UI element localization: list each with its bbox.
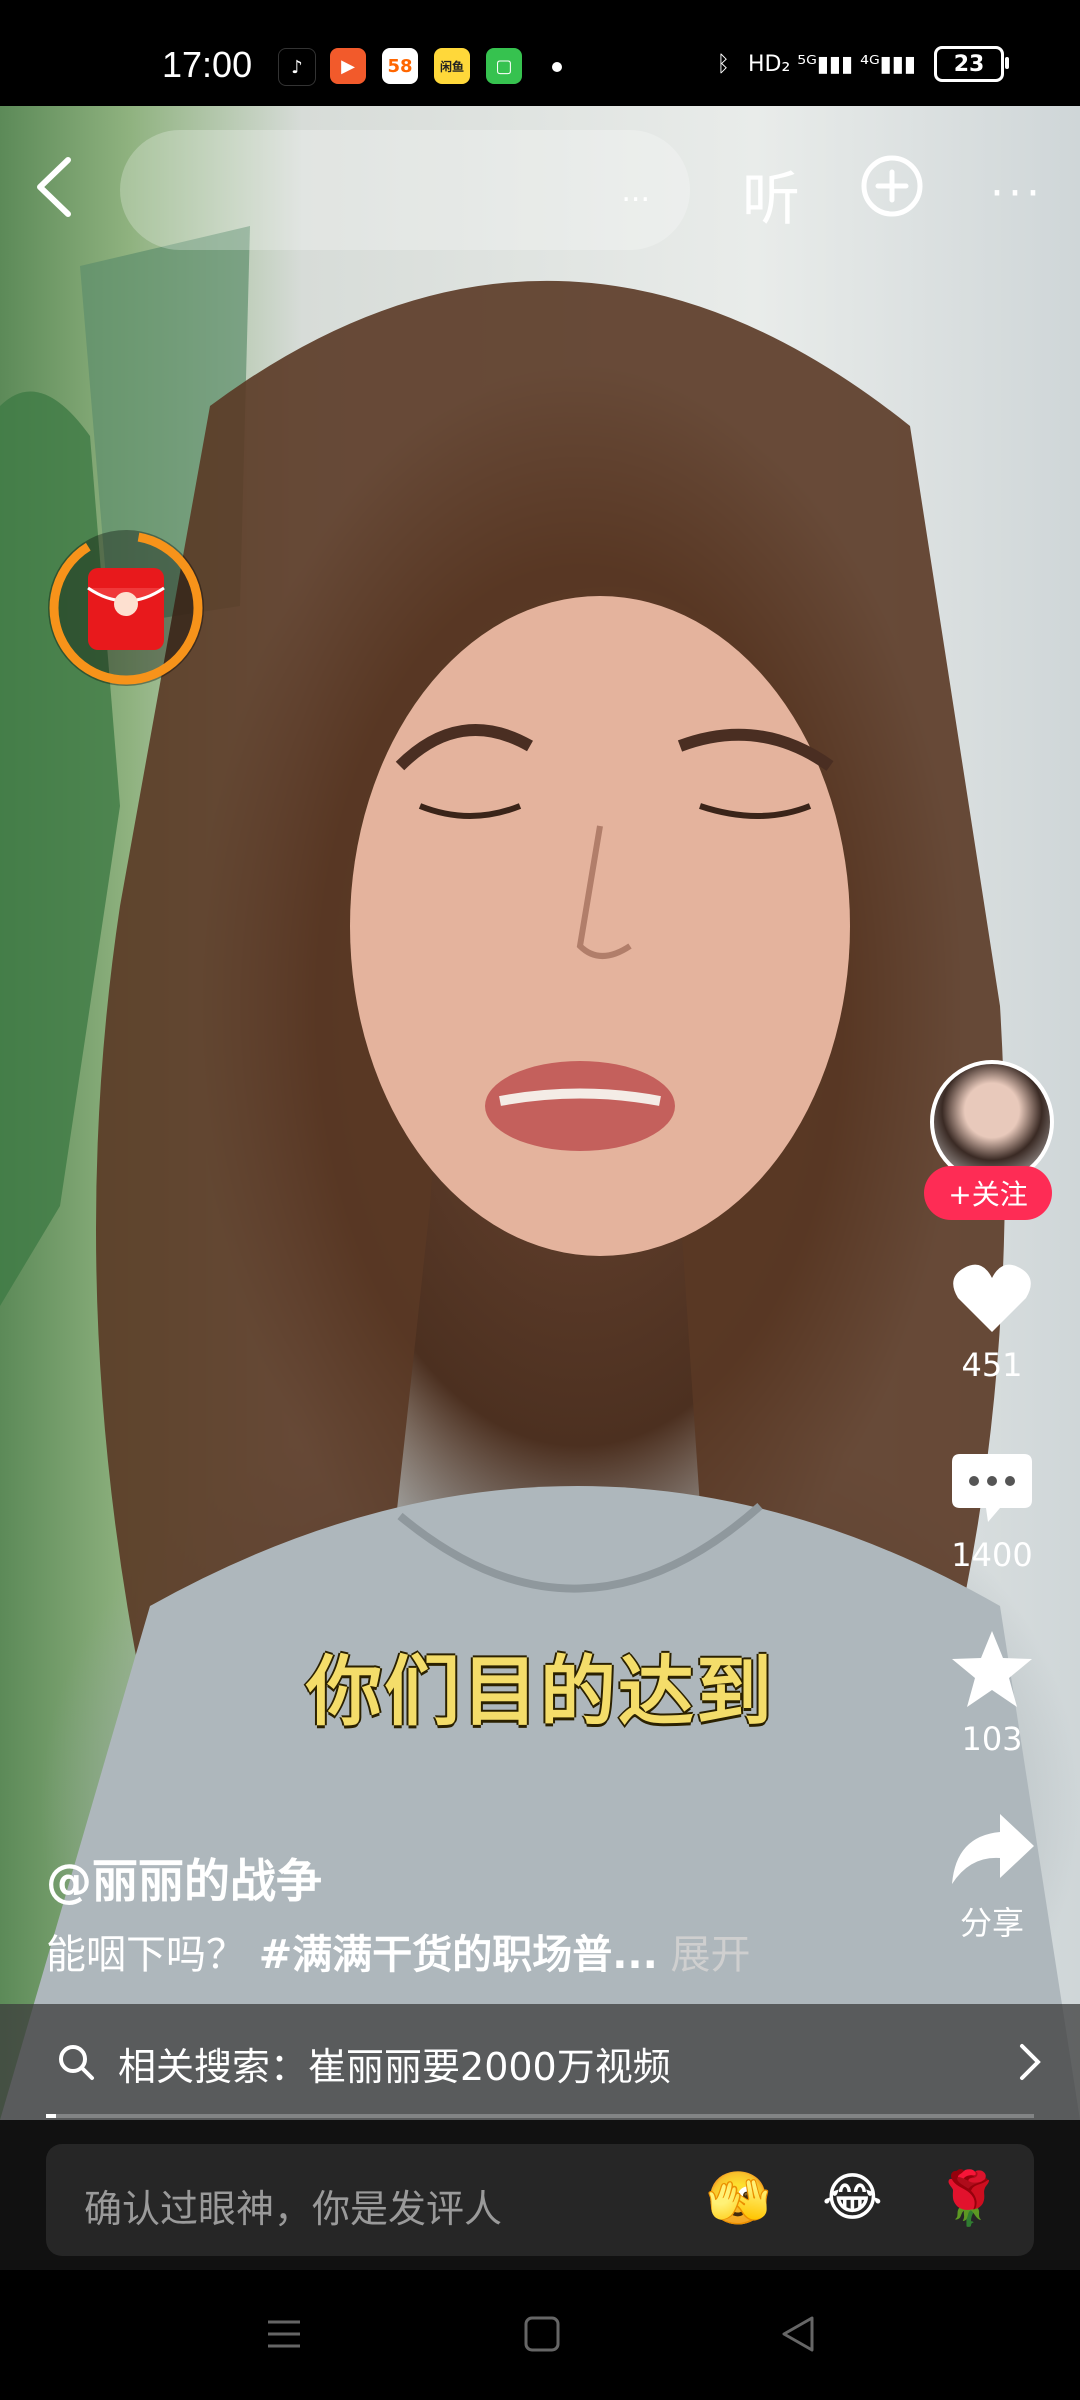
battery-icon: 23 (934, 46, 1009, 82)
tiktok-app-icon: ♪ (278, 48, 316, 86)
back-icon[interactable] (30, 152, 80, 222)
listen-button[interactable]: 听 (742, 152, 800, 236)
xianyu-app-icon: 闲鱼 (434, 48, 470, 84)
like-count: 451 (961, 1346, 1023, 1384)
related-search-label: 相关搜索： (118, 2045, 309, 2089)
more-icon[interactable]: ··· (990, 168, 1044, 219)
red-packet-icon (49, 531, 203, 685)
share-icon (952, 1814, 1034, 1884)
system-nav-bar (0, 2270, 1080, 2400)
bluetooth-icon: ᛒ (716, 51, 730, 77)
follow-button[interactable]: +关注 (924, 1166, 1052, 1220)
network-indicator: HD₂ ⁵ᴳ▮▮▮ ⁴ᴳ▮▮▮ (747, 51, 916, 77)
comment-icon (952, 1454, 1032, 1522)
video-progress-bar[interactable] (46, 2114, 1034, 2118)
heart-icon (953, 1264, 1031, 1332)
related-search-query: 崔丽丽要2000万视频 (308, 2045, 671, 2089)
video-frame (0, 226, 1080, 2120)
share-button[interactable]: 分享 (926, 1810, 1058, 1944)
expand-button[interactable]: 展开 (671, 1932, 751, 1978)
video-app-icon: ▶ (330, 48, 366, 84)
comment-area: 确认过眼神，你是发评人 🫣 😂 🌹 (0, 2120, 1080, 2270)
emoji-rose-button[interactable]: 🌹 (936, 2168, 1001, 2229)
search-icon (59, 2045, 94, 2080)
58-app-icon: 58 (382, 48, 418, 84)
comment-count: 1400 (951, 1536, 1033, 1574)
search-bar[interactable]: ... (120, 130, 690, 250)
status-indicators: ᛒ HD₂ ⁵ᴳ▮▮▮ ⁴ᴳ▮▮▮ 23 (716, 46, 1009, 82)
comment-placeholder: 确认过眼神，你是发评人 (84, 2187, 503, 2231)
add-circle-icon[interactable] (860, 154, 924, 218)
emoji-laugh-button[interactable]: 😂 (822, 2168, 883, 2228)
like-button[interactable]: 451 (926, 1260, 1058, 1384)
post-description: 能咽下吗？ #满满干货的职场普... 展开 (46, 1922, 751, 1980)
red-packet-widget[interactable] (48, 530, 204, 686)
status-bar: 17:00 ♪ ▶ 58 闲鱼 ▢ ᛒ HD₂ ⁵ᴳ▮▮▮ ⁴ᴳ▮▮▮ 23 (0, 0, 1080, 106)
messages-app-icon: ▢ (486, 48, 522, 84)
comment-button[interactable]: 1400 (926, 1450, 1058, 1574)
video-progress-fill (46, 2114, 56, 2118)
chevron-right-icon (1020, 2044, 1041, 2080)
status-time: 17:00 (162, 44, 253, 85)
related-search-bar[interactable]: 相关搜索：崔丽丽要2000万视频 (0, 2004, 1080, 2120)
notification-dot-icon (552, 62, 562, 72)
share-label: 分享 (959, 1904, 1024, 1942)
video-subtitle: 你们目的达到 (306, 1647, 774, 1736)
author-name[interactable]: @丽丽的战争 (46, 1845, 322, 1911)
description-text: 能咽下吗？ (46, 1932, 246, 1978)
menu-icon[interactable] (264, 2314, 304, 2354)
back-nav-icon[interactable] (778, 2314, 818, 2354)
top-bar: ... 听 ··· (0, 106, 1080, 266)
emoji-peek-button[interactable]: 🫣 (706, 2168, 771, 2229)
home-icon[interactable] (522, 2314, 562, 2354)
search-hint: ... (621, 174, 650, 209)
hashtag-link[interactable]: #满满干货的职场普... (259, 1932, 658, 1978)
battery-level: 23 (953, 51, 985, 77)
video-player[interactable] (0, 106, 1080, 2120)
comment-input[interactable]: 确认过眼神，你是发评人 🫣 😂 🌹 (46, 2144, 1034, 2256)
related-search-text: 相关搜索：崔丽丽要2000万视频 (118, 2036, 671, 2091)
